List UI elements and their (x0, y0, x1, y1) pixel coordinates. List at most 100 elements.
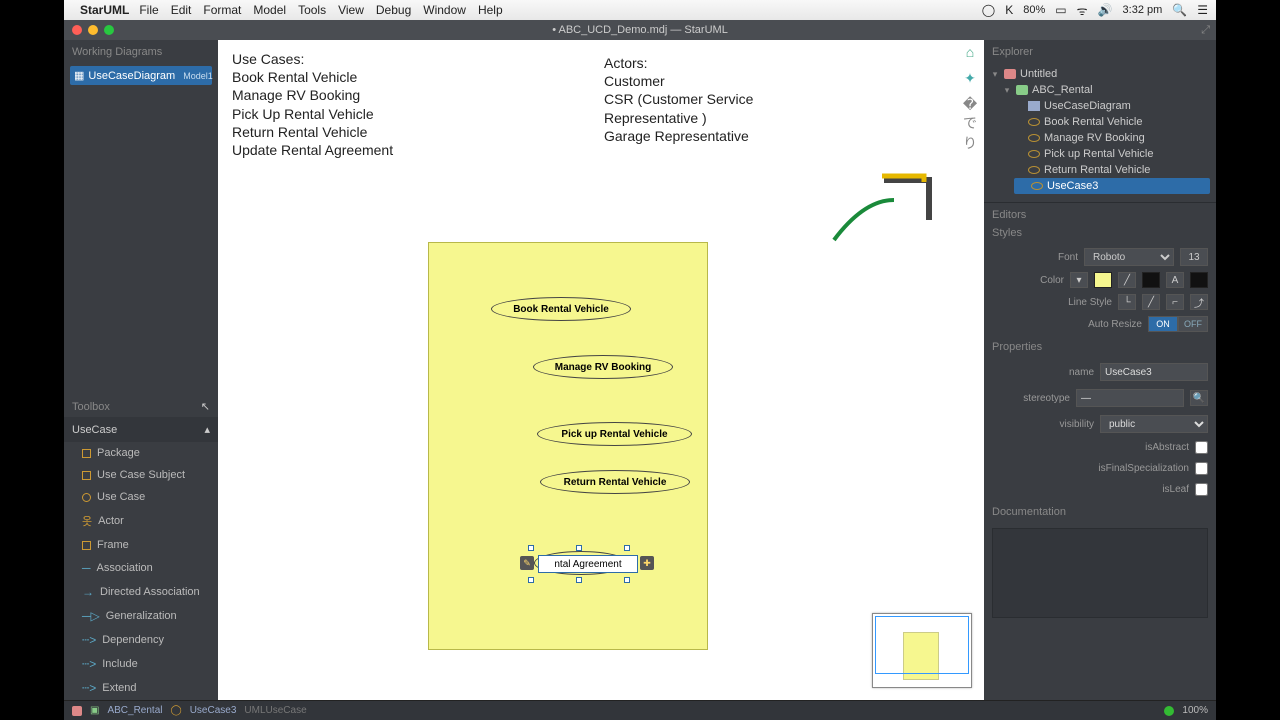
canvas[interactable]: ⌂ ✦ �でり Use Cases: Book Rental Vehicle M… (218, 40, 984, 700)
quick-tool-left-icon[interactable]: ✎ (520, 556, 534, 570)
clock[interactable]: 3:32 pm (1123, 4, 1163, 16)
sync-icon[interactable]: ◯ (982, 3, 995, 17)
canvas-home-icon[interactable]: ⌂ (960, 44, 980, 64)
volume-icon[interactable]: 🔊 (1098, 3, 1113, 17)
menu-window[interactable]: Window (423, 3, 466, 17)
resize-handle[interactable] (528, 577, 534, 583)
menu-help[interactable]: Help (478, 3, 503, 17)
isabstract-checkbox[interactable] (1195, 441, 1208, 454)
menu-format[interactable]: Format (203, 3, 241, 17)
quick-tool-right-icon[interactable]: ✚ (640, 556, 654, 570)
resize-handle[interactable] (528, 545, 534, 551)
isleaf-checkbox[interactable] (1195, 483, 1208, 496)
tool-usecase-subject[interactable]: Use Case Subject (64, 464, 218, 486)
resize-handle[interactable] (624, 577, 630, 583)
tree-diagram[interactable]: UseCaseDiagram (1014, 98, 1210, 114)
tree-item[interactable]: Manage RV Booking (1014, 130, 1210, 146)
minimap[interactable] (872, 613, 972, 688)
tool-directed-assoc[interactable]: →Directed Association (64, 580, 218, 604)
linestyle-4-icon[interactable]: ⤴ (1190, 294, 1208, 310)
font-size-input[interactable] (1180, 248, 1208, 266)
maximize-button[interactable] (104, 25, 114, 35)
tool-extend[interactable]: ┄>Extend (64, 676, 218, 700)
tree-model[interactable]: ▾ABC_Rental (1002, 82, 1210, 98)
resize-handle[interactable] (576, 545, 582, 551)
status-home-icon[interactable] (72, 706, 82, 716)
text-color-icon[interactable]: A (1166, 272, 1184, 288)
status-element[interactable]: UseCase3 (190, 705, 237, 716)
canvas-target-icon[interactable]: ✦ (960, 70, 980, 90)
usecase-book[interactable]: Book Rental Vehicle (491, 297, 631, 321)
stereotype-input[interactable] (1076, 389, 1184, 407)
tool-dependency[interactable]: ┄>Dependency (64, 628, 218, 652)
spotlight-icon[interactable]: 🔍 (1172, 3, 1187, 17)
cursor-icon[interactable]: ↖ (201, 400, 210, 413)
tool-package[interactable]: Package (64, 442, 218, 464)
menu-tools[interactable]: Tools (298, 3, 326, 17)
line-color-swatch[interactable] (1142, 272, 1160, 288)
menu-model[interactable]: Model (253, 3, 286, 17)
wifi-icon[interactable]: ᯤ (1077, 2, 1088, 19)
explorer-tree: ▾Untitled ▾ABC_Rental UseCaseDiagram Boo… (984, 64, 1216, 202)
resize-handle[interactable] (624, 545, 630, 551)
fill-color-icon[interactable]: ▾ (1070, 272, 1088, 288)
working-diagram-item[interactable]: ▦ UseCaseDiagram Model1 (70, 66, 212, 85)
include-icon: ┄> (82, 657, 96, 671)
usecase-editing[interactable]: ✎ ✚ (526, 543, 636, 583)
tree-item[interactable]: Return Rental Vehicle (1014, 162, 1210, 178)
tree-item[interactable]: Pick up Rental Vehicle (1014, 146, 1210, 162)
working-diagram-tag: Model1 (183, 71, 213, 81)
status-zoom[interactable]: 100% (1182, 705, 1208, 716)
usecase-name-input[interactable] (538, 555, 638, 573)
fill-color-swatch[interactable] (1094, 272, 1112, 288)
subject-icon (82, 471, 91, 480)
close-button[interactable] (72, 25, 82, 35)
resize-handle[interactable] (576, 577, 582, 583)
status-model[interactable]: ABC_Rental (107, 705, 162, 716)
linestyle-2-icon[interactable]: ╱ (1142, 294, 1160, 310)
menu-view[interactable]: View (338, 3, 364, 17)
toolbox-section[interactable]: UseCase ▴ (64, 417, 218, 442)
tool-association[interactable]: ─Association (64, 556, 218, 580)
logo-arrow-icon (824, 170, 944, 250)
tool-frame[interactable]: Frame (64, 534, 218, 556)
visibility-select[interactable]: public (1100, 415, 1208, 433)
search-icon[interactable]: 🔍 (1190, 390, 1208, 406)
isleaf-label: isLeaf (992, 484, 1189, 495)
usecase-icon (1028, 166, 1040, 174)
tool-include[interactable]: ┄>Include (64, 652, 218, 676)
line-color-icon[interactable]: ╱ (1118, 272, 1136, 288)
usecase-return[interactable]: Return Rental Vehicle (540, 470, 690, 494)
linestyle-3-icon[interactable]: ⌐ (1166, 294, 1184, 310)
notes-usecases: Use Cases: Book Rental Vehicle Manage RV… (232, 50, 393, 159)
frame-icon (82, 541, 91, 550)
k-icon[interactable]: K (1005, 3, 1013, 17)
menu-file[interactable]: File (139, 3, 158, 17)
font-select[interactable]: Roboto (1084, 248, 1174, 266)
tool-actor[interactable]: 옷Actor (64, 508, 218, 534)
menu-icon[interactable]: ☰ (1197, 3, 1208, 17)
tree-item-selected[interactable]: UseCase3 (1014, 178, 1210, 194)
usecase-manage[interactable]: Manage RV Booking (533, 355, 673, 379)
usecase-icon (1028, 150, 1040, 158)
documentation-textarea[interactable] (992, 528, 1208, 618)
menu-edit[interactable]: Edit (171, 3, 192, 17)
expand-icon[interactable]: ⤢ (1201, 24, 1210, 37)
titlebar[interactable]: • ABC_UCD_Demo.mdj — StarUML ⤢ (64, 20, 1216, 40)
app-name[interactable]: StarUML (80, 3, 129, 17)
linestyle-1-icon[interactable]: └ (1118, 294, 1136, 310)
name-input[interactable] (1100, 363, 1208, 381)
tool-usecase[interactable]: Use Case (64, 486, 218, 508)
autoresize-toggle[interactable]: ON OFF (1148, 316, 1208, 332)
tree-root[interactable]: ▾Untitled (990, 66, 1210, 82)
tree-item[interactable]: Book Rental Vehicle (1014, 114, 1210, 130)
minimize-button[interactable] (88, 25, 98, 35)
usecase-pickup[interactable]: Pick up Rental Vehicle (537, 422, 692, 446)
isfinal-checkbox[interactable] (1195, 462, 1208, 475)
canvas-share-icon[interactable]: �でり (960, 96, 980, 116)
tool-generalization[interactable]: ─▷Generalization (64, 604, 218, 628)
usecase-icon (1028, 134, 1040, 142)
minimap-viewport[interactable] (875, 616, 969, 674)
menu-debug[interactable]: Debug (376, 3, 411, 17)
text-color-swatch[interactable] (1190, 272, 1208, 288)
